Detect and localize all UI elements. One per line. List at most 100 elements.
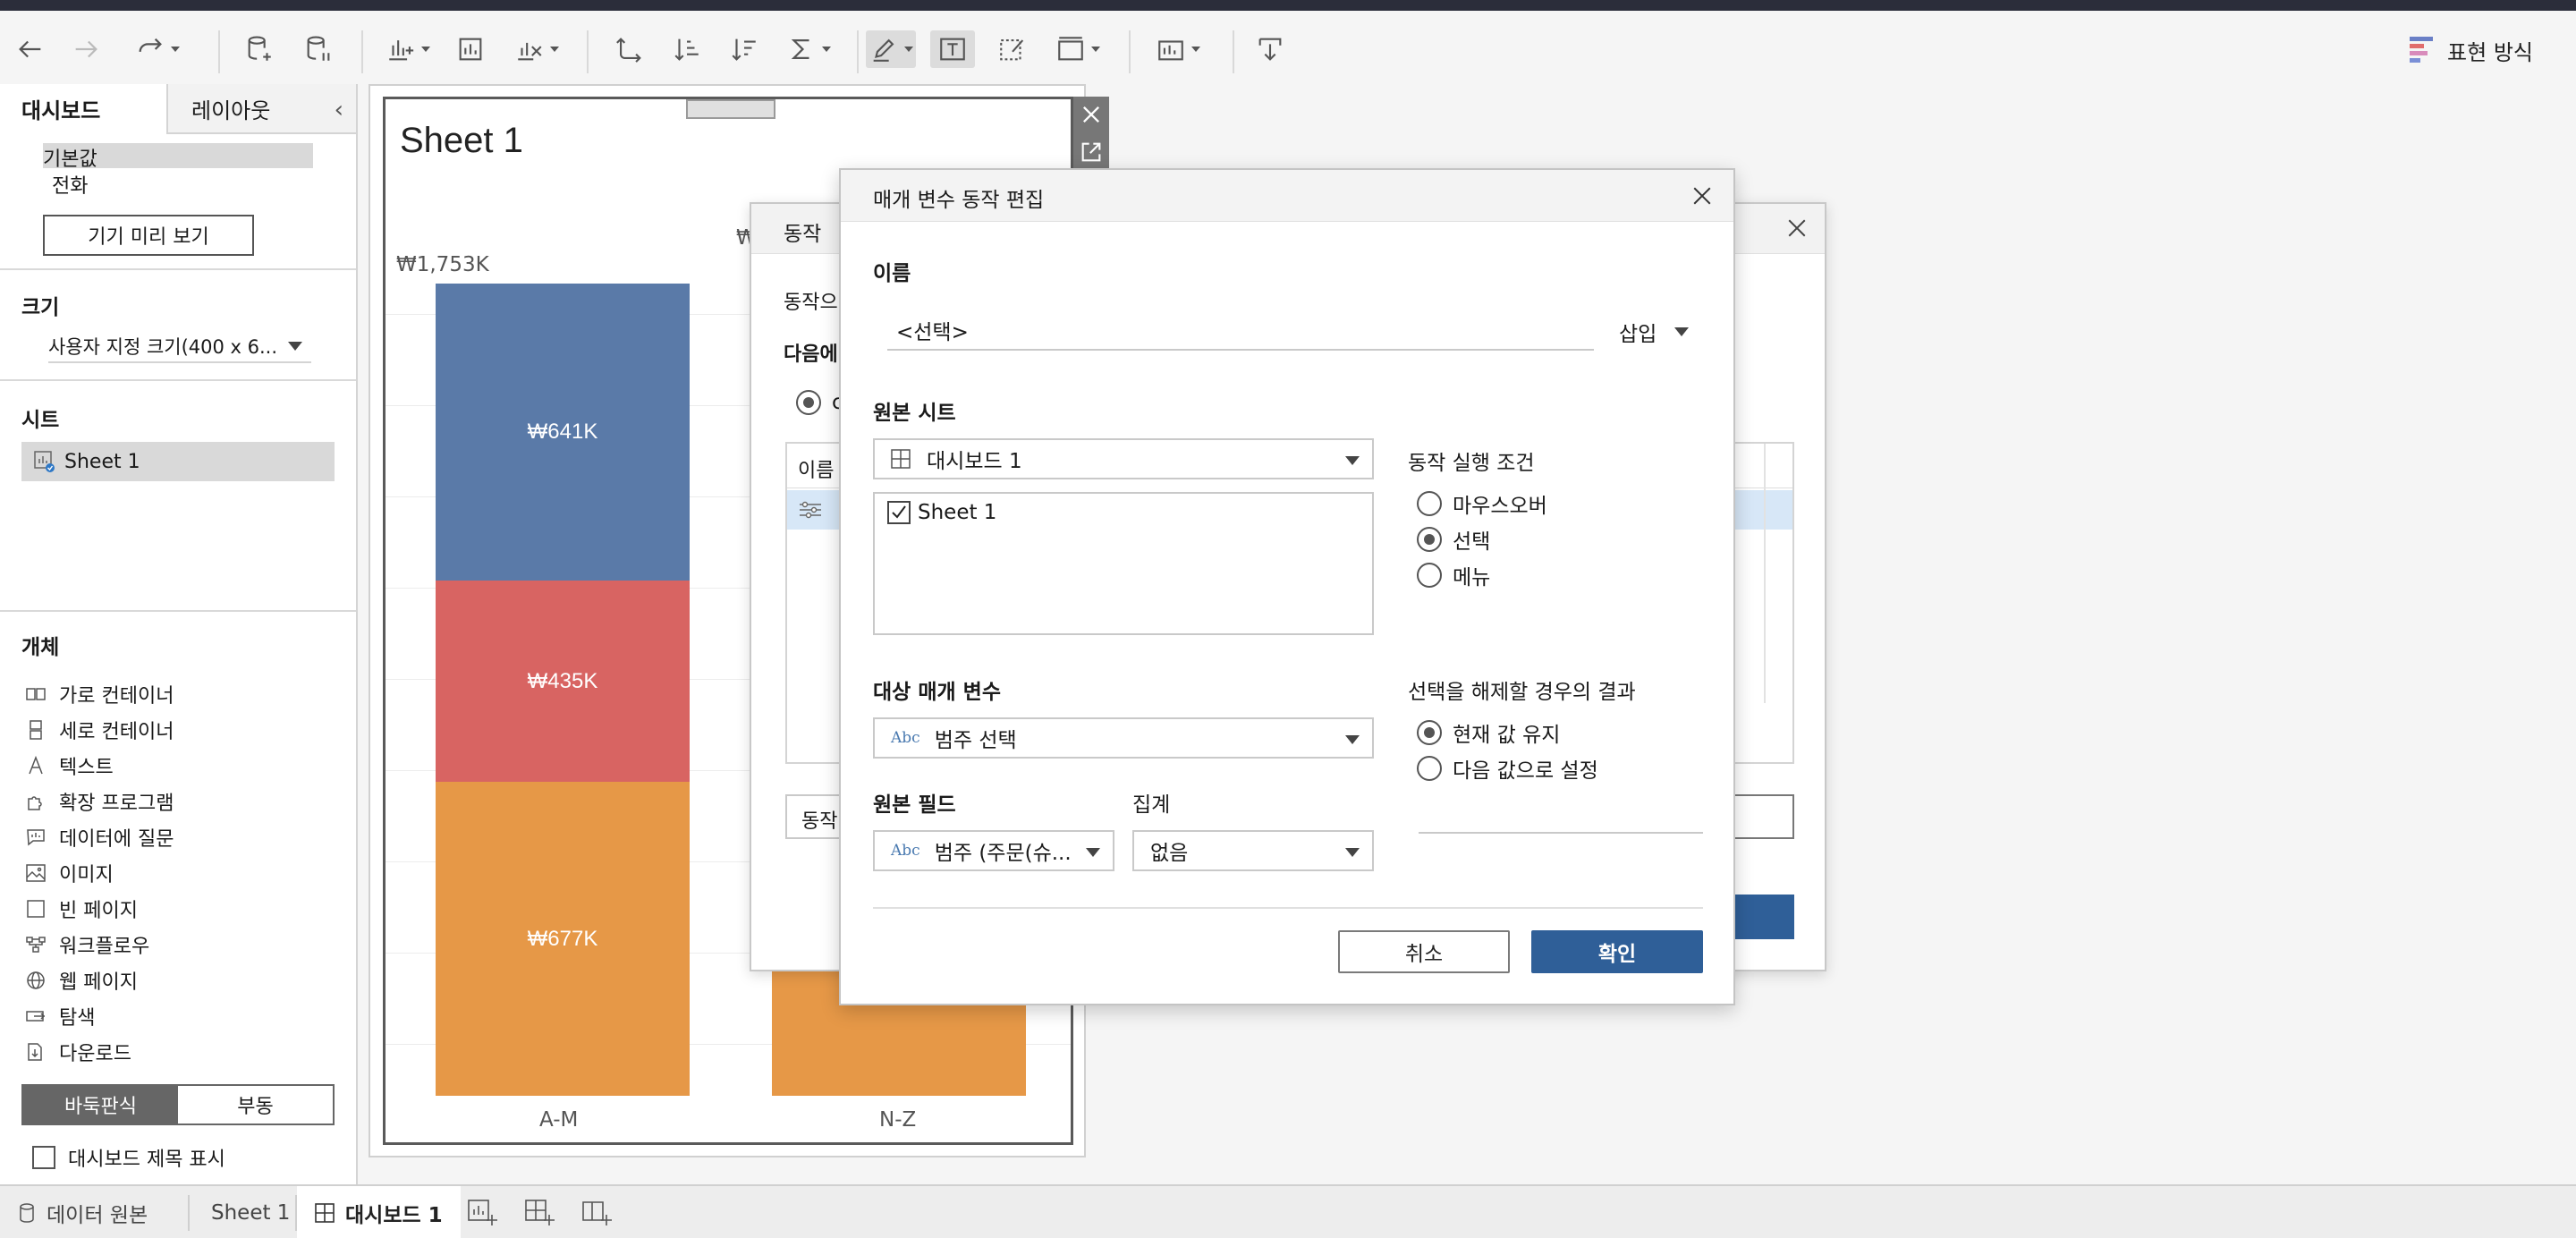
go-to-sheet-icon[interactable] <box>1079 140 1104 165</box>
object-blank[interactable]: 빈 페이지 <box>25 893 138 925</box>
show-me-button[interactable]: 표현 방식 <box>2410 32 2533 68</box>
object-label: 확장 프로그램 <box>59 793 174 815</box>
presentation-mode-icon[interactable] <box>1150 30 1206 68</box>
collapse-panel-icon[interactable]: ‹ <box>335 97 343 123</box>
size-select[interactable]: 사용자 지정 크기(400 x 6... <box>48 331 311 363</box>
sort-descending-icon[interactable] <box>726 30 762 68</box>
new-dashboard-tab-button[interactable] <box>506 1186 572 1238</box>
object-ask-data[interactable]: 데이터에 질문 <box>25 821 174 853</box>
show-dashboard-title-checkbox[interactable]: 대시보드 제목 표시 <box>32 1143 225 1172</box>
bar-segment-label: ₩641K <box>527 420 598 444</box>
clearing-option-set[interactable]: 다음 값으로 설정 <box>1417 753 1598 784</box>
run-option-label: 메뉴 <box>1453 566 1491 589</box>
source-sheet-select[interactable]: 대시보드 1 <box>873 438 1374 479</box>
new-story-tab-button[interactable] <box>564 1186 630 1238</box>
share-icon[interactable] <box>1252 30 1288 68</box>
new-worksheet-icon[interactable] <box>383 30 433 68</box>
object-text[interactable]: 텍스트 <box>25 750 114 782</box>
data-source-tab[interactable]: 데이터 원본 <box>0 1186 165 1238</box>
string-type-icon: Abc <box>891 729 920 747</box>
aggregation-label: 집계 <box>1132 793 1171 817</box>
swap-rows-columns-icon[interactable] <box>612 30 648 68</box>
target-parameter-select[interactable]: Abc 범주 선택 <box>873 717 1374 759</box>
show-me-icon <box>2410 37 2434 63</box>
object-label: 빈 페이지 <box>59 900 138 922</box>
run-option-hover[interactable]: 마우스오버 <box>1417 488 1547 519</box>
workflow-icon <box>25 934 47 955</box>
axis-total-label: ₩1,753K <box>396 253 489 276</box>
redo-icon[interactable] <box>68 30 104 68</box>
clearing-value-input[interactable] <box>1419 832 1703 834</box>
dialog-close-icon[interactable] <box>1689 182 1716 209</box>
clearing-option-label: 다음 값으로 설정 <box>1453 759 1598 783</box>
dashboard-tab[interactable]: 대시보드 1 <box>297 1186 461 1238</box>
show-mark-labels-icon[interactable] <box>930 30 975 68</box>
actions-dialog-close-icon[interactable] <box>1784 215 1810 242</box>
sheet-checkbox-row[interactable]: Sheet 1 <box>887 501 996 524</box>
size-title: 크기 <box>21 296 60 319</box>
source-sheet-caret-icon <box>1345 456 1360 465</box>
object-horizontal-container[interactable]: 가로 컨테이너 <box>25 678 174 710</box>
pause-updates-icon[interactable] <box>301 30 336 68</box>
size-dropdown-caret-icon <box>288 342 302 351</box>
source-field-select[interactable]: Abc 범주 (주문(슈... <box>873 830 1114 871</box>
web-page-icon <box>25 970 47 991</box>
tiled-option[interactable]: 바둑판식 <box>23 1086 178 1124</box>
radio-circle <box>1417 491 1442 516</box>
fix-axes-icon[interactable] <box>995 30 1030 68</box>
object-extension[interactable]: 확장 프로그램 <box>25 785 174 818</box>
sheet-checkbox-icon <box>887 501 911 524</box>
clearing-option-keep[interactable]: 현재 값 유지 <box>1417 717 1560 748</box>
clear-sheet-icon[interactable] <box>512 30 562 68</box>
bar-segment[interactable]: ₩641K <box>436 284 690 581</box>
totals-icon[interactable] <box>784 30 834 68</box>
device-preview-button[interactable]: 기기 미리 보기 <box>43 215 254 256</box>
bar-segment[interactable]: ₩435K <box>436 581 690 782</box>
sheet-list-item[interactable]: Sheet 1 <box>21 442 335 481</box>
name-input[interactable]: <선택> <box>887 308 1594 351</box>
object-download[interactable]: 다운로드 <box>25 1036 131 1068</box>
cancel-button[interactable]: 취소 <box>1338 930 1510 973</box>
download-icon <box>25 1041 47 1063</box>
device-item-default[interactable]: 기본값 <box>43 143 313 171</box>
fit-icon[interactable] <box>1050 30 1106 68</box>
replay-animation-icon[interactable] <box>122 30 193 68</box>
object-web-page[interactable]: 웹 페이지 <box>25 964 138 996</box>
tab-layout[interactable]: 레이아웃 ‹ <box>166 84 356 134</box>
sheet-tab[interactable]: Sheet 1 <box>193 1186 308 1238</box>
new-data-source-icon[interactable] <box>242 30 277 68</box>
device-item-phone[interactable]: 전화 <box>52 170 88 199</box>
undo-icon[interactable] <box>13 30 48 68</box>
object-label: 웹 페이지 <box>59 971 138 994</box>
aggregation-select[interactable]: 없음 <box>1132 830 1374 871</box>
new-worksheet-tab-button[interactable] <box>449 1186 515 1238</box>
sheet-title: Sheet 1 <box>400 121 523 160</box>
tab-dashboard[interactable]: 대시보드 <box>0 84 166 134</box>
bar-segment[interactable]: ₩677K <box>436 782 690 1096</box>
duplicate-sheet-icon[interactable] <box>453 30 488 68</box>
horizontal-container-icon <box>25 683 47 705</box>
object-workflow[interactable]: 워크플로우 <box>25 928 149 961</box>
sheets-title: 시트 <box>21 409 60 432</box>
bar-A-M[interactable]: ₩641K ₩435K ₩677K <box>436 284 690 1096</box>
actions-dialog-subtitle: 다음에 <box>784 343 838 366</box>
zone-drag-handle[interactable] <box>686 99 775 119</box>
object-vertical-container[interactable]: 세로 컨테이너 <box>25 714 174 746</box>
object-image[interactable]: 이미지 <box>25 857 114 889</box>
actions-dialog-title: 동작 <box>784 223 822 246</box>
object-navigation[interactable]: 탐색 <box>25 1000 95 1032</box>
insert-dropdown[interactable]: 삽입 <box>1619 317 1690 347</box>
add-action-label: 동작 <box>801 810 838 833</box>
run-option-menu[interactable]: 메뉴 <box>1417 560 1490 590</box>
actions-filter-radio[interactable]: c <box>796 390 843 415</box>
device-item-default-label: 기본값 <box>43 148 97 171</box>
floating-option[interactable]: 부동 <box>178 1086 333 1124</box>
sort-ascending-icon[interactable] <box>669 30 705 68</box>
ok-button[interactable]: 확인 <box>1531 930 1703 973</box>
run-action-label: 동작 실행 조건 <box>1408 452 1535 475</box>
highlight-icon[interactable] <box>866 30 916 68</box>
remove-zone-icon[interactable] <box>1079 102 1104 127</box>
run-option-select[interactable]: 선택 <box>1417 524 1490 555</box>
sheet-list-item-label: Sheet 1 <box>64 450 140 473</box>
dashboard-icon <box>891 449 911 469</box>
